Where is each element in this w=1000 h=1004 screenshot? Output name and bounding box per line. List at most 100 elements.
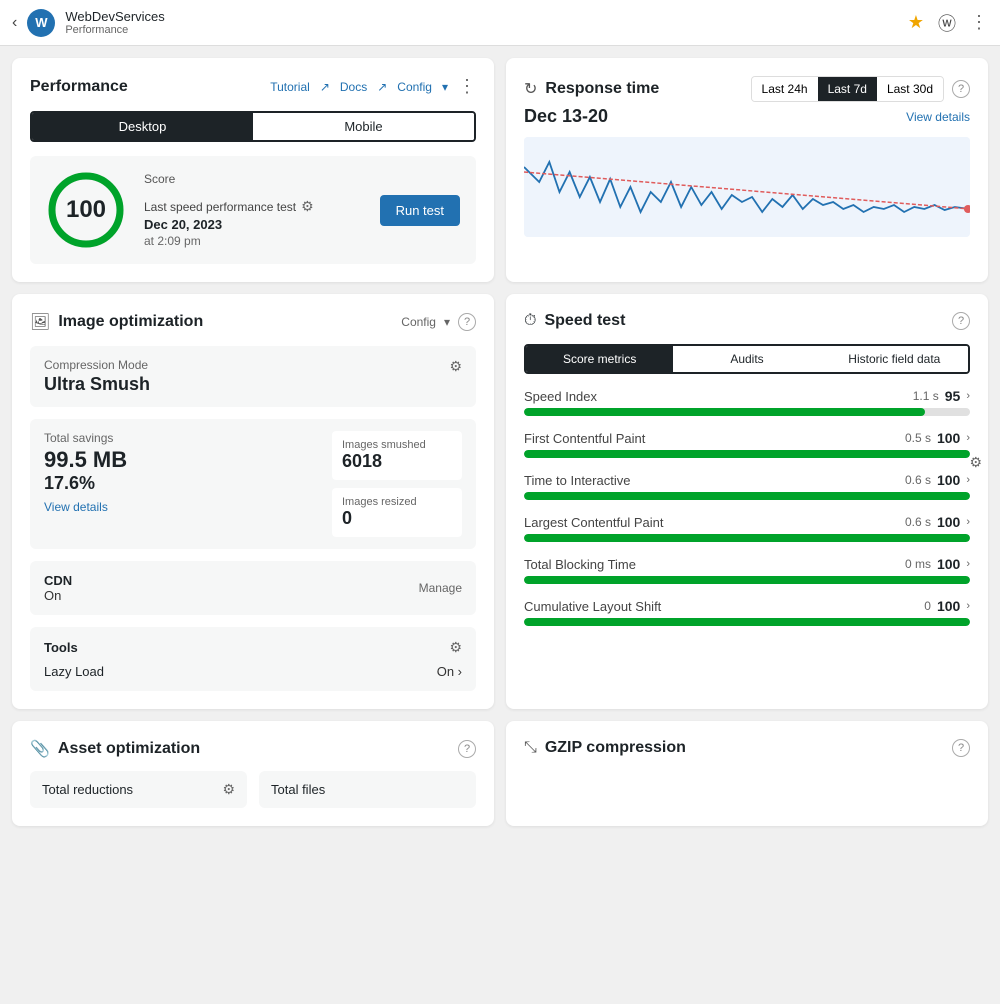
- tab-score-metrics[interactable]: Score metrics: [526, 346, 673, 372]
- lcp-fill: [524, 534, 970, 542]
- tti-chevron[interactable]: ›: [966, 474, 970, 486]
- lcp-bar: [524, 534, 970, 542]
- image-config-dropdown[interactable]: ▾: [444, 315, 450, 329]
- compression-settings-icon[interactable]: ⚙: [449, 358, 462, 375]
- back-button[interactable]: ‹: [12, 14, 17, 32]
- total-files-col: Total files: [259, 771, 476, 808]
- performance-dots-menu[interactable]: ⋮: [458, 76, 476, 97]
- metric-tti: Time to Interactive 0.6 s 100 ›: [524, 472, 970, 500]
- fcp-chevron[interactable]: ›: [966, 432, 970, 444]
- savings-amount: 99.5 MB: [44, 447, 320, 473]
- speed-index-bar: [524, 408, 970, 416]
- speed-index-chevron[interactable]: ›: [966, 390, 970, 402]
- speed-test-date: Dec 20, 2023: [144, 217, 222, 232]
- image-opt-title: Image optimization: [58, 313, 203, 331]
- tools-settings-icon[interactable]: ⚙: [449, 639, 462, 656]
- score-area: 100 Score Last speed performance test ⚙ …: [30, 156, 476, 264]
- filter-24h[interactable]: Last 24h: [752, 77, 818, 101]
- response-help-icon[interactable]: ?: [952, 80, 970, 98]
- cdn-status: On: [44, 588, 72, 603]
- fcp-fill: [524, 450, 970, 458]
- compression-label: Compression Mode: [44, 358, 150, 372]
- metric-tbt: Total Blocking Time 0 ms 100 ›: [524, 556, 970, 584]
- asset-help-icon[interactable]: ?: [458, 740, 476, 758]
- savings-view-details[interactable]: View details: [44, 500, 320, 514]
- site-name: WebDevServices: [65, 9, 164, 24]
- star-icon[interactable]: ★: [908, 12, 924, 33]
- tbt-chevron[interactable]: ›: [966, 558, 970, 570]
- speed-index-score: 95: [945, 388, 961, 404]
- tbt-score: 100: [937, 556, 960, 572]
- tti-fill: [524, 492, 970, 500]
- gzip-header: ⤡ GZIP compression: [524, 739, 686, 757]
- metric-lcp: Largest Contentful Paint 0.6 s 100 ›: [524, 514, 970, 542]
- speed-test-time: at 2:09 pm: [144, 234, 201, 248]
- compress-icon: ⤡: [524, 739, 537, 757]
- desktop-toggle[interactable]: Desktop: [32, 113, 253, 140]
- cls-chevron[interactable]: ›: [966, 600, 970, 612]
- images-smushed-label: Images smushed: [342, 439, 452, 451]
- savings-main: Total savings 99.5 MB 17.6% View details…: [44, 431, 320, 537]
- speed-test-header: ⏱ Speed test ?: [524, 312, 970, 330]
- speedometer-icon: ⏱: [524, 312, 536, 330]
- docs-link[interactable]: Docs: [340, 80, 367, 94]
- tutorial-link[interactable]: Tutorial: [270, 80, 310, 94]
- score-value: 100: [66, 198, 106, 222]
- response-date-row: Dec 13-20 View details: [524, 106, 970, 127]
- lazy-load-status[interactable]: On ›: [437, 664, 462, 679]
- tools-label: Tools: [44, 640, 78, 655]
- topbar: ‹ W WebDevServices Performance ★ ⓦ ⋮: [0, 0, 1000, 46]
- time-filters[interactable]: Last 24h Last 7d Last 30d: [751, 76, 944, 102]
- lcp-label: Largest Contentful Paint: [524, 515, 663, 530]
- mobile-toggle[interactable]: Mobile: [253, 113, 474, 140]
- score-label: Score: [144, 172, 175, 186]
- gzip-help-icon[interactable]: ?: [952, 739, 970, 757]
- gzip-title: GZIP compression: [545, 739, 686, 757]
- wordpress-icon[interactable]: ⓦ: [938, 10, 956, 36]
- image-optimization-card: 🖼 Image optimization Config ▾ ? Compress…: [12, 294, 494, 709]
- metric-fcp: First Contentful Paint 0.5 s 100 ›: [524, 430, 970, 458]
- reductions-settings-icon[interactable]: ⚙: [222, 781, 235, 798]
- savings-stats: Images smushed 6018 Images resized 0: [332, 431, 462, 537]
- tab-historic-field-data[interactable]: Historic field data: [821, 346, 968, 372]
- run-test-button[interactable]: Run test: [380, 195, 460, 226]
- asset-opt-header: 📎 Asset optimization: [30, 739, 200, 759]
- fcp-label: First Contentful Paint: [524, 431, 645, 446]
- speed-settings-icon[interactable]: ⚙: [301, 198, 314, 215]
- paperclip-icon: 📎: [30, 739, 50, 759]
- images-resized-label: Images resized: [342, 496, 452, 508]
- compression-value: Ultra Smush: [44, 374, 150, 395]
- tools-header: Tools ⚙: [44, 639, 462, 656]
- fcp-score: 100: [937, 430, 960, 446]
- filter-30d[interactable]: Last 30d: [877, 77, 943, 101]
- topbar-menu-button[interactable]: ⋮: [970, 12, 988, 33]
- lcp-chevron[interactable]: ›: [966, 516, 970, 528]
- speed-index-label: Speed Index: [524, 389, 597, 404]
- images-resized-box: Images resized 0: [332, 488, 462, 537]
- metrics-list: Speed Index 1.1 s 95 › First Contentful …: [524, 388, 970, 626]
- speed-help-icon[interactable]: ?: [952, 312, 970, 330]
- lazy-load-label: Lazy Load: [44, 664, 104, 679]
- image-help-icon[interactable]: ?: [458, 313, 476, 331]
- image-config-link[interactable]: Config: [401, 315, 436, 329]
- tti-label: Time to Interactive: [524, 473, 630, 488]
- site-avatar: W: [27, 9, 55, 37]
- response-view-details[interactable]: View details: [906, 110, 970, 124]
- main-grid: Performance Tutorial ↗ Docs ↗ Config ▾ ⋮…: [0, 46, 1000, 838]
- tab-audits[interactable]: Audits: [673, 346, 820, 372]
- speed-tabs[interactable]: Score metrics Audits Historic field data: [524, 344, 970, 374]
- tools-box: Tools ⚙ Lazy Load On ›: [30, 627, 476, 691]
- savings-label: Total savings: [44, 431, 320, 445]
- cdn-label: CDN: [44, 573, 72, 588]
- cls-time: 0: [924, 599, 931, 613]
- filter-7d[interactable]: Last 7d: [818, 77, 877, 101]
- device-toggle[interactable]: Desktop Mobile: [30, 111, 476, 142]
- images-smushed-box: Images smushed 6018: [332, 431, 462, 480]
- score-circle: 100: [46, 170, 126, 250]
- performance-header: Performance Tutorial ↗ Docs ↗ Config ▾ ⋮: [30, 76, 476, 97]
- cdn-manage-link[interactable]: Manage: [419, 581, 462, 595]
- config-link[interactable]: Config: [397, 80, 432, 94]
- tbt-label: Total Blocking Time: [524, 557, 636, 572]
- savings-settings-icon[interactable]: ⚙: [969, 454, 982, 471]
- refresh-icon: ↻: [524, 79, 537, 99]
